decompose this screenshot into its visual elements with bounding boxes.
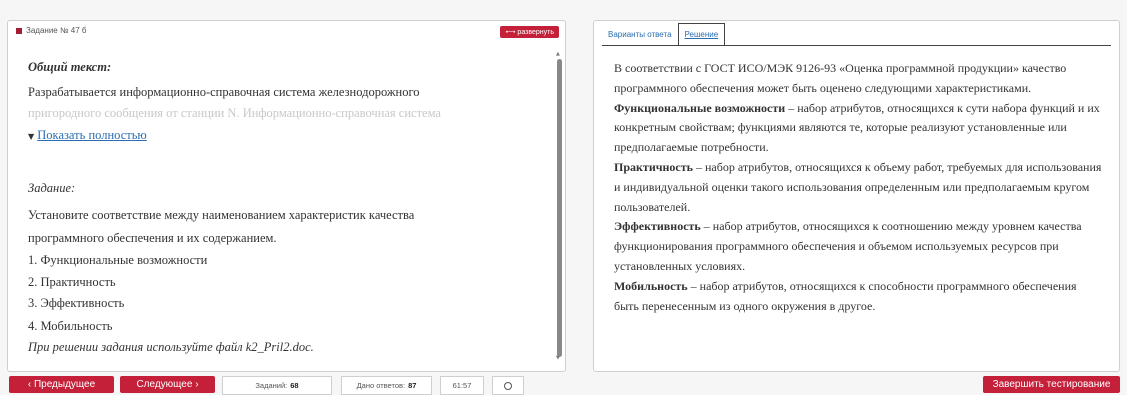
show-more-link[interactable]: ▼ Показать полностью [28, 126, 147, 146]
common-text-line: Разрабатывается информационно-справочная… [28, 85, 420, 99]
solution-term: Функциональные возможности [614, 100, 786, 115]
task-item: 2. Практичность [28, 275, 116, 289]
answer-panel: Варианты ответа Решение В соответствии с… [593, 20, 1120, 372]
answers-count: Дано ответов: 87 [341, 376, 432, 395]
task-item: 4. Мобильность [28, 319, 113, 333]
chevron-down-icon: ▼ [28, 132, 35, 141]
clock-button[interactable] [492, 376, 524, 395]
solution-term: Эффективность [614, 219, 701, 234]
question-marker-icon [16, 27, 22, 34]
question-number: Задание № 47 б [26, 26, 87, 35]
common-text-heading: Общий текст: [28, 60, 112, 74]
question-header: Задание № 47 б [16, 26, 86, 35]
task-text-line: Установите соответствие между наименован… [28, 208, 415, 222]
tasks-count: Заданий: 68 [222, 376, 332, 395]
question-panel: Задание № 47 б ⟷ развернуть Общий текст:… [7, 20, 566, 372]
next-button[interactable]: Следующее › [120, 376, 215, 393]
tasks-count-label: Заданий: [255, 381, 288, 390]
scroll-thumb[interactable] [557, 59, 562, 357]
solution-item: Мобильность – набор атрибутов, относящих… [614, 277, 1104, 317]
task-item: 3. Эффективность [28, 296, 125, 310]
task-note: При решении задания используйте файл k2_… [28, 340, 314, 354]
solution-intro: В соответствии с ГОСТ ИСО/МЭК 9126-93 «О… [614, 61, 1067, 95]
expand-button[interactable]: ⟷ развернуть [500, 26, 559, 38]
solution-item: Эффективность – набор атрибутов, относящ… [614, 217, 1104, 276]
tab-solution[interactable]: Решение [677, 23, 726, 46]
show-more-label[interactable]: Показать полностью [37, 128, 146, 142]
solution-text: В соответствии с ГОСТ ИСО/МЭК 9126-93 «О… [614, 59, 1104, 316]
common-text-line-faded: пригородного сообщения от станции N. Инф… [28, 106, 441, 120]
task-item: 1. Функциональные возможности [28, 253, 208, 267]
solution-term: Мобильность [614, 278, 688, 293]
answers-count-label: Дано ответов: [356, 381, 406, 390]
solution-item: Функциональные возможности – набор атриб… [614, 99, 1104, 158]
timer: 61:57 [440, 376, 484, 395]
scrollbar[interactable]: ▲ ▼ [556, 51, 563, 361]
tasks-count-value: 68 [290, 381, 299, 390]
tab-answers[interactable]: Варианты ответа [602, 23, 678, 46]
solution-term: Практичность [614, 159, 693, 174]
task-heading: Задание: [28, 181, 76, 195]
task-text-line: программного обеспечения и их содержание… [28, 231, 277, 245]
clock-icon [504, 381, 512, 390]
finish-test-button[interactable]: Завершить тестирование [983, 376, 1120, 393]
prev-button[interactable]: ‹ Предыдущее [9, 376, 114, 393]
answers-count-value: 87 [408, 381, 417, 390]
scroll-up-icon[interactable]: ▲ [556, 51, 560, 57]
solution-item: Практичность – набор атрибутов, относящи… [614, 158, 1104, 217]
answer-tabs: Варианты ответа Решение [602, 23, 726, 46]
scroll-down-icon[interactable]: ▼ [556, 355, 560, 361]
tab-divider [602, 45, 1111, 46]
